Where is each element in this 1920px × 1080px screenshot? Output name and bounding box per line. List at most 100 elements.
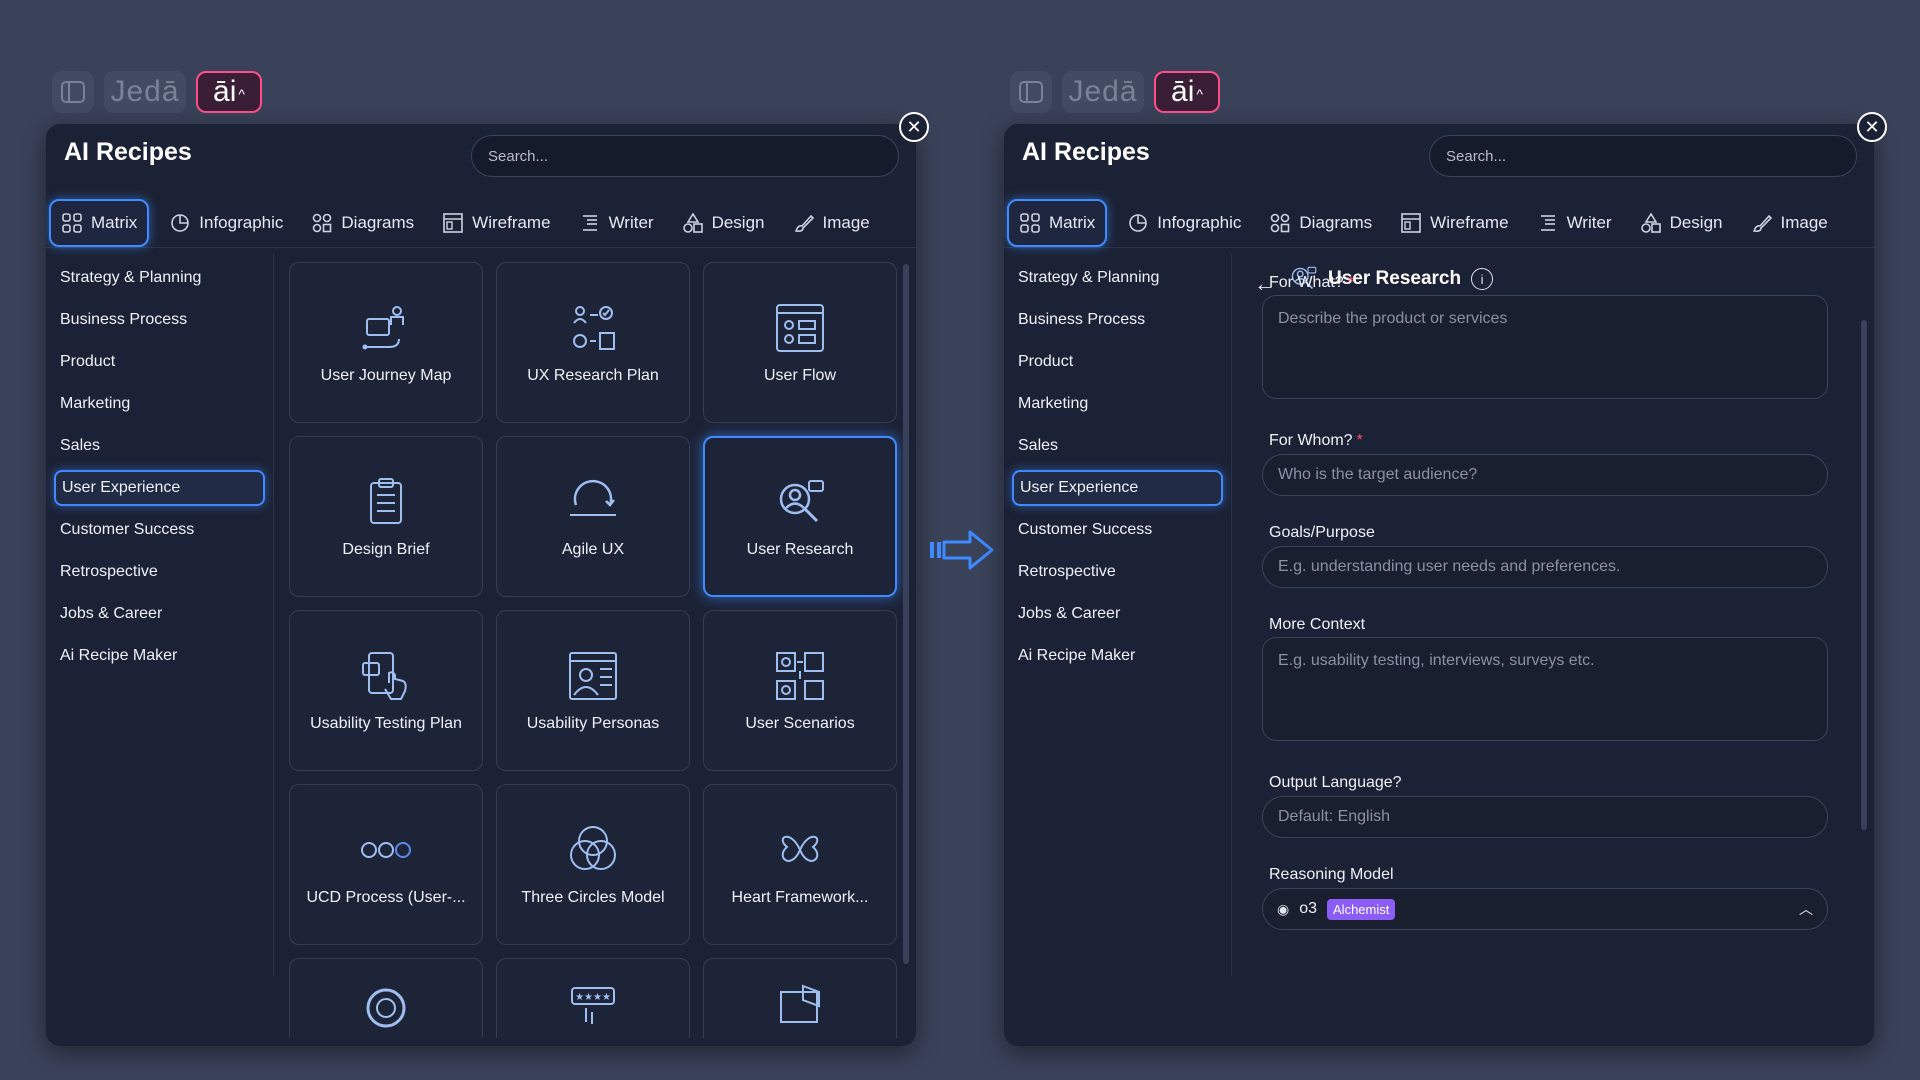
sidebar-item[interactable]: Strategy & Planning — [1012, 260, 1223, 296]
context-field[interactable] — [1262, 637, 1828, 741]
context-label: More Context — [1269, 616, 1366, 633]
recipe-card-label: User Research — [746, 540, 854, 558]
sidebar-item[interactable]: Ai Recipe Maker — [1012, 638, 1223, 674]
goals-label: Goals/Purpose — [1269, 524, 1375, 541]
brush-icon — [793, 212, 815, 234]
tab-diagrams[interactable]: Diagrams — [297, 199, 428, 247]
recipe-card[interactable]: UCD Process (User-... — [289, 784, 483, 945]
ai-recipes-panel-right: AI Recipes Matrix Infographic Diagrams Wire… — [1004, 124, 1874, 1046]
recipe-card-label: UX Research Plan — [527, 366, 659, 384]
sidebar-item[interactable]: Customer Success — [1012, 512, 1223, 548]
recipe-card[interactable]: User Scenarios — [703, 610, 897, 771]
sidebar-item[interactable]: Jobs & Career — [54, 596, 265, 632]
tab-label: Infographic — [199, 212, 284, 232]
goals-field[interactable] — [1262, 546, 1828, 588]
close-icon[interactable]: ✕ — [1857, 112, 1887, 142]
ai-menu-button[interactable]: āi ^ — [196, 71, 262, 113]
brand-logo[interactable]: Jedā — [1062, 71, 1144, 113]
language-field[interactable] — [1262, 796, 1828, 838]
tab-writer[interactable]: Writer — [1523, 199, 1626, 247]
agile-cycle-icon — [566, 475, 620, 529]
tab-wireframe[interactable]: Wireframe — [428, 199, 564, 247]
sidebar-item[interactable]: Marketing — [1012, 386, 1223, 422]
tab-matrix[interactable]: Matrix — [1007, 198, 1108, 247]
tab-infographic[interactable]: Infographic — [155, 199, 297, 247]
sidebar-item[interactable]: User Experience — [54, 470, 265, 506]
package-icon — [773, 978, 827, 1032]
usability-test-icon — [359, 649, 413, 703]
tab-image[interactable]: Image — [1737, 199, 1842, 247]
scrollbar[interactable] — [1861, 320, 1867, 830]
persona-icon — [566, 649, 620, 703]
model-value: o3 — [1299, 900, 1318, 917]
sidebar-item[interactable]: Jobs & Career — [1012, 596, 1223, 632]
for-whom-field[interactable] — [1262, 454, 1828, 496]
sidebar-toggle-icon[interactable] — [1010, 71, 1052, 113]
panel-title: AI Recipes — [1022, 138, 1150, 166]
sidebar-toggle-icon[interactable] — [52, 71, 94, 113]
recipe-card[interactable]: Three Circles Model — [496, 784, 690, 945]
recipe-card[interactable]: User Research — [703, 436, 897, 597]
tab-label: Design — [711, 212, 765, 232]
sidebar-item[interactable]: Strategy & Planning — [54, 260, 265, 296]
top-toolbar-left: Jedā āi ^ — [52, 70, 262, 114]
ai-menu-button[interactable]: āi ^ — [1154, 71, 1220, 113]
recipe-card-label: Three Circles Model — [521, 888, 665, 906]
sidebar-item[interactable]: Product — [54, 344, 265, 380]
shapes-icon — [1640, 211, 1662, 234]
recipe-card[interactable]: Usability Testing Plan — [289, 610, 483, 771]
tab-image[interactable]: Image — [779, 199, 884, 247]
reasoning-model-select[interactable]: ◉ o3 Alchemist ︿ — [1262, 888, 1828, 930]
ai-label: āi — [213, 75, 237, 108]
for-what-field[interactable] — [1262, 295, 1828, 399]
wireframe-icon — [442, 212, 464, 234]
tab-writer[interactable]: Writer — [565, 199, 668, 247]
sidebar-item[interactable]: Retrospective — [54, 554, 265, 590]
recipe-card[interactable]: ★★★★ — [496, 958, 690, 1038]
language-label: Output Language? — [1269, 774, 1402, 791]
journey-map-icon — [359, 301, 413, 355]
recipe-card[interactable] — [289, 958, 483, 1038]
chevron-up-icon: ^ — [238, 86, 245, 102]
info-icon[interactable]: i — [1471, 268, 1494, 290]
search-input[interactable] — [1429, 135, 1857, 177]
sidebar-item[interactable]: User Experience — [1012, 470, 1223, 506]
scrollbar[interactable] — [903, 264, 909, 964]
recipe-sidebar: Strategy & Planning Business Process Produ… — [1004, 254, 1232, 976]
recipe-card[interactable]: User Flow — [703, 262, 897, 423]
recipe-card[interactable]: Design Brief — [289, 436, 483, 597]
transition-arrow-icon — [930, 530, 994, 570]
sidebar-item[interactable]: Ai Recipe Maker — [54, 638, 265, 674]
scenarios-icon — [773, 649, 827, 703]
recipe-card[interactable]: Usability Personas — [496, 610, 690, 771]
tab-design[interactable]: Design — [1626, 199, 1737, 247]
sidebar-item[interactable]: Business Process — [1012, 302, 1223, 338]
sidebar-item[interactable]: Sales — [1012, 428, 1223, 464]
tab-diagrams[interactable]: Diagrams — [1255, 199, 1386, 247]
tab-wireframe[interactable]: Wireframe — [1386, 199, 1522, 247]
brand-logo[interactable]: Jedā — [104, 71, 186, 113]
search-input[interactable] — [471, 135, 899, 177]
sidebar-item[interactable]: Product — [1012, 344, 1223, 380]
tab-design[interactable]: Design — [668, 199, 779, 247]
tab-infographic[interactable]: Infographic — [1113, 199, 1255, 247]
recipe-card[interactable]: User Journey Map — [289, 262, 483, 423]
sidebar-item[interactable]: Business Process — [54, 302, 265, 338]
recipe-card[interactable]: UX Research Plan — [496, 262, 690, 423]
sidebar-item[interactable]: Sales — [54, 428, 265, 464]
recipe-card-label: Agile UX — [561, 540, 625, 558]
recipe-card[interactable]: Heart Framework... — [703, 784, 897, 945]
tab-label: Image — [1780, 212, 1828, 232]
sidebar-item[interactable]: Customer Success — [54, 512, 265, 548]
for-whom-label-text: For Whom? — [1269, 432, 1353, 449]
recipe-card-label: Design Brief — [342, 540, 430, 558]
sidebar-item[interactable]: Retrospective — [1012, 554, 1223, 590]
for-what-label: For What? * — [1269, 274, 1354, 292]
recipe-card[interactable]: Agile UX — [496, 436, 690, 597]
tab-matrix[interactable]: Matrix — [49, 198, 150, 247]
close-icon[interactable]: ✕ — [899, 112, 929, 142]
wireframe-icon — [1400, 212, 1422, 234]
sidebar-item[interactable]: Marketing — [54, 386, 265, 422]
recipe-card[interactable] — [703, 958, 897, 1038]
recipe-sidebar: Strategy & Planning Business Process Produ… — [46, 254, 274, 976]
